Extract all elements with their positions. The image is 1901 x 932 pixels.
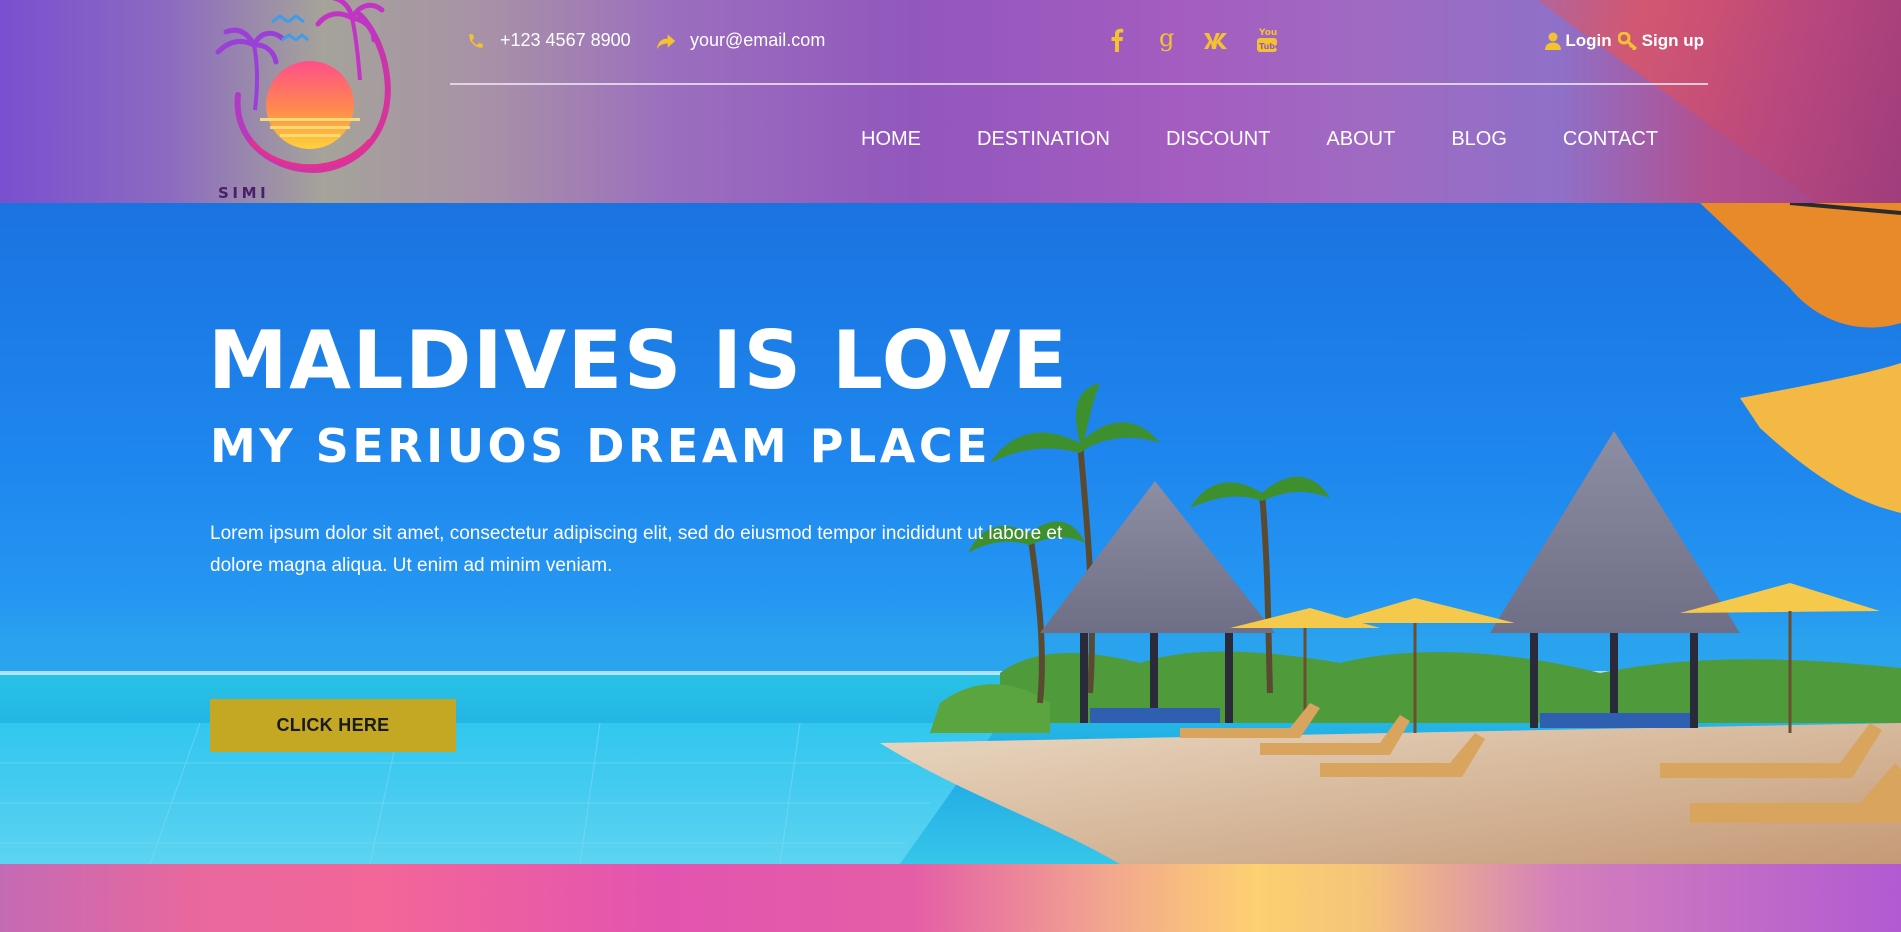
nav-contact[interactable]: CONTACT <box>1563 128 1658 151</box>
hero-subtitle: MY SERIUOS DREAM PLACE <box>210 419 992 473</box>
login-link[interactable]: Login <box>1545 31 1612 51</box>
email-contact[interactable]: your@email.com <box>656 30 825 51</box>
nav-home[interactable]: HOME <box>861 128 921 151</box>
site-header: SIMI MALEDIVEN +123 4567 8900 your@email… <box>0 0 1901 203</box>
nav-blog[interactable]: BLOG <box>1451 128 1507 151</box>
phone-icon <box>466 31 486 51</box>
vk-icon[interactable] <box>1192 24 1242 56</box>
logo-icon[interactable] <box>210 0 400 203</box>
svg-text:Tube: Tube <box>1259 42 1278 51</box>
nav-destination[interactable]: DESTINATION <box>977 128 1110 151</box>
svg-text:You: You <box>1258 28 1277 38</box>
header-divider <box>450 83 1708 85</box>
login-label: Login <box>1565 31 1612 50</box>
click-here-button[interactable]: CLICK HERE <box>210 699 456 752</box>
share-arrow-icon <box>656 31 676 51</box>
social-links: g You Tube <box>1092 24 1292 56</box>
nav-discount[interactable]: DISCOUNT <box>1166 128 1270 151</box>
brand-name: SIMI MALEDIVEN <box>218 184 346 203</box>
facebook-icon[interactable] <box>1092 24 1142 56</box>
phone-contact[interactable]: +123 4567 8900 <box>466 30 631 51</box>
auth-links: Login Sign up <box>1545 31 1704 51</box>
google-icon[interactable]: g <box>1142 24 1192 56</box>
youtube-icon[interactable]: You Tube <box>1242 24 1292 56</box>
hero-banner: MALDIVES IS LOVE MY SERIUOS DREAM PLACE … <box>0 203 1901 864</box>
nav-about[interactable]: ABOUT <box>1326 128 1395 151</box>
key-icon <box>1617 32 1637 50</box>
phone-number: +123 4567 8900 <box>500 30 631 50</box>
main-nav: HOME DESTINATION DISCOUNT ABOUT BLOG CON… <box>861 128 1658 151</box>
user-icon <box>1545 32 1562 50</box>
gradient-footer-strip <box>0 864 1901 932</box>
svg-text:g: g <box>1159 27 1174 52</box>
hero-title: MALDIVES IS LOVE <box>208 314 1069 407</box>
hero-description: Lorem ipsum dolor sit amet, consectetur … <box>210 523 1063 576</box>
email-address: your@email.com <box>690 30 826 50</box>
signup-label: Sign up <box>1641 31 1704 50</box>
signup-link[interactable]: Sign up <box>1617 31 1704 51</box>
